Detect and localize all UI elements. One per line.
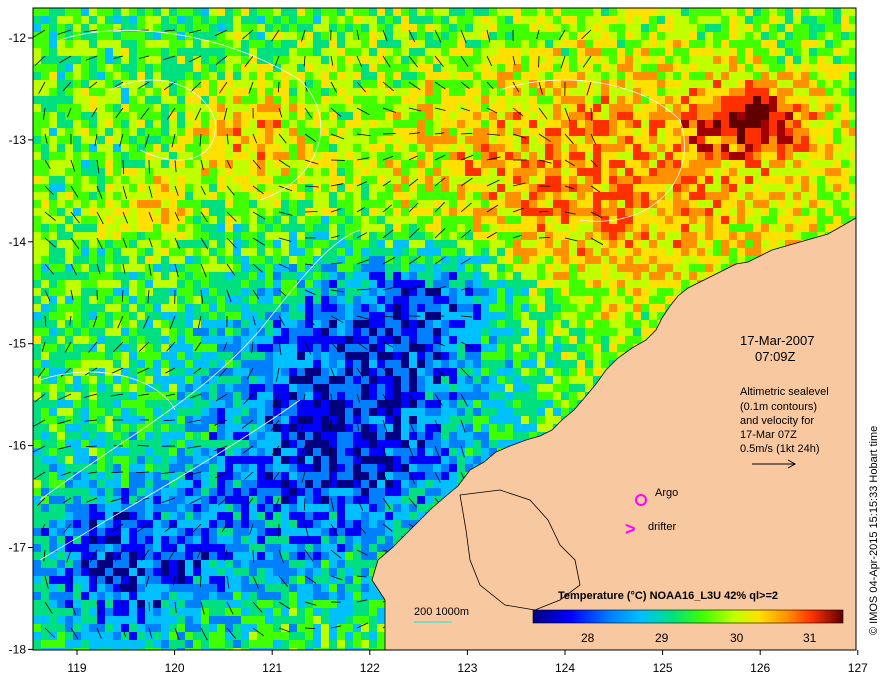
x-axis: 119 120 121 122 123 124 125 126 127 xyxy=(67,650,868,675)
x-tick-label: 126 xyxy=(750,661,770,675)
time-label: 07:09Z xyxy=(755,349,796,364)
y-tick-label: -15 xyxy=(9,337,27,351)
info-line: Altimetric sealevel xyxy=(740,386,829,398)
y-tick-label: -18 xyxy=(9,642,27,656)
y-tick-label: -16 xyxy=(9,439,27,453)
colorbar-tick: 31 xyxy=(803,631,817,645)
bathymetry-label: 200 1000m xyxy=(414,606,469,618)
date-label: 17-Mar-2007 xyxy=(740,333,814,348)
credit-label: © IMOS 04-Apr-2015 15:15:33 Hobart time xyxy=(868,426,880,635)
drifter-label: drifter xyxy=(648,521,676,533)
info-line: 17-Mar 07Z xyxy=(740,429,797,441)
x-tick-label: 121 xyxy=(262,661,282,675)
y-tick-label: -17 xyxy=(9,541,27,555)
colorbar-tick: 29 xyxy=(655,631,669,645)
x-tick-label: 124 xyxy=(555,661,575,675)
x-tick-label: 125 xyxy=(653,661,673,675)
x-tick-label: 123 xyxy=(457,661,477,675)
x-tick-label: 119 xyxy=(67,661,86,675)
colorbar-tick: 30 xyxy=(730,631,744,645)
colorbar-tick: 28 xyxy=(581,631,595,645)
colorbar-title: Temperature (°C) NOAA16_L3U 42% ql>=2 xyxy=(558,590,778,602)
y-tick-label: -12 xyxy=(9,31,27,45)
drifter-marker-icon: > xyxy=(625,519,636,539)
info-line: and velocity for xyxy=(740,415,814,427)
colorbar xyxy=(532,609,844,624)
y-axis: -12 -13 -14 -15 -16 -17 -18 xyxy=(9,31,33,656)
info-line: (0.1m contours) xyxy=(740,401,817,413)
sst-map: 119 120 121 122 123 124 125 126 127 -12 -13 -14 -15… xyxy=(9,7,880,675)
x-tick-label: 127 xyxy=(848,661,868,675)
info-line: 0.5m/s (1kt 24h) xyxy=(740,443,819,455)
x-tick-label: 122 xyxy=(360,661,380,675)
y-tick-label: -14 xyxy=(9,235,27,249)
y-tick-label: -13 xyxy=(9,133,27,147)
x-tick-label: 120 xyxy=(165,661,185,675)
argo-label: Argo xyxy=(655,487,678,499)
